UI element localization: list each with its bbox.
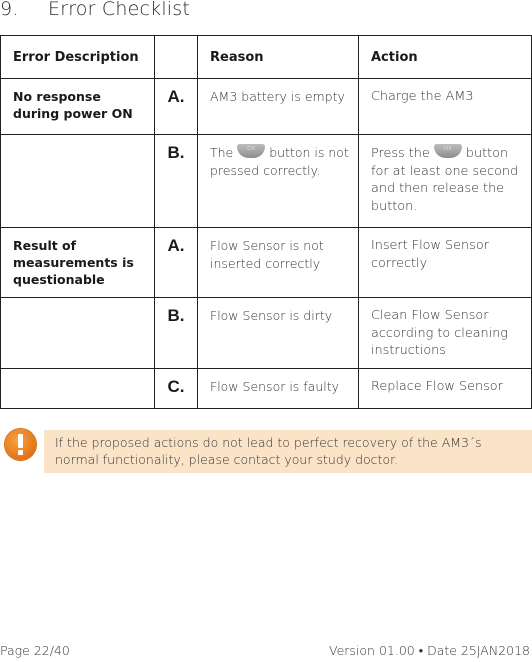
- ok-button-icon-label: OK: [247, 146, 256, 152]
- error-description: [0, 368, 155, 409]
- reason: Flow Sensor is faulty: [197, 368, 359, 409]
- action: Insert Flow Sensor correctly: [358, 227, 532, 298]
- table-row: No response during power ON A. AM3 batte…: [0, 78, 532, 135]
- warning-note: If the proposed actions do not lead to p…: [44, 430, 532, 473]
- header-error-description: Error Description: [0, 35, 155, 79]
- error-description: [0, 297, 155, 369]
- header-letter: [154, 35, 198, 79]
- ok-button-icon-label: OK: [443, 146, 452, 152]
- ok-button-icon: OK: [433, 144, 462, 158]
- page-number: Page 22/40: [0, 643, 70, 658]
- ok-button-icon: OK: [237, 144, 266, 158]
- action-text-pre: Press the: [371, 146, 430, 161]
- reason-letter: C.: [154, 368, 198, 409]
- reason-letter: A.: [154, 227, 198, 298]
- table-row: B. Flow Sensor is dirty Clean Flow Senso…: [0, 297, 532, 369]
- error-checklist-table: Error Description Reason Action No respo…: [0, 35, 532, 409]
- table-row: Result of measurements is questionable A…: [0, 227, 532, 298]
- error-description: No response during power ON: [0, 78, 155, 135]
- action: Clean Flow Sensor according to cleaning …: [358, 297, 532, 369]
- version-date: Version 01.00 • Date 25JAN2018: [329, 643, 530, 658]
- table-row: C. Flow Sensor is faulty Replace Flow Se…: [0, 368, 532, 409]
- reason: Flow Sensor is not inserted correctly: [197, 227, 359, 298]
- exclamation-bar: [18, 434, 23, 448]
- reason: AM3 battery is empty: [197, 78, 359, 135]
- reason-letter: A.: [154, 78, 198, 135]
- error-description: [0, 134, 155, 228]
- header-action: Action: [358, 35, 532, 79]
- section-number: 9.: [0, 0, 19, 20]
- action: Press the OK button for at least one sec…: [358, 134, 532, 228]
- section-title: 9. Error Checklist: [0, 0, 190, 20]
- table-header-row: Error Description Reason Action: [0, 35, 532, 79]
- section-title-text: Error Checklist: [48, 0, 191, 20]
- reason-letter: B.: [154, 134, 198, 228]
- action: Replace Flow Sensor: [358, 368, 532, 409]
- reason-text-pre: The: [210, 145, 234, 160]
- error-description: Result of measurements is questionable: [0, 227, 155, 298]
- warning-note-text: If the proposed actions do not lead to p…: [55, 435, 482, 467]
- exclamation-dot: [18, 450, 23, 455]
- action: Charge the AM3: [358, 78, 532, 135]
- reason: Flow Sensor is dirty: [197, 297, 359, 369]
- table-row: B. The OK button is not pressed correctl…: [0, 134, 532, 228]
- reason-letter: B.: [154, 297, 198, 369]
- header-reason: Reason: [197, 35, 359, 79]
- warning-exclamation-icon: [5, 429, 36, 460]
- reason: The OK button is not pressed correctly.: [197, 134, 359, 228]
